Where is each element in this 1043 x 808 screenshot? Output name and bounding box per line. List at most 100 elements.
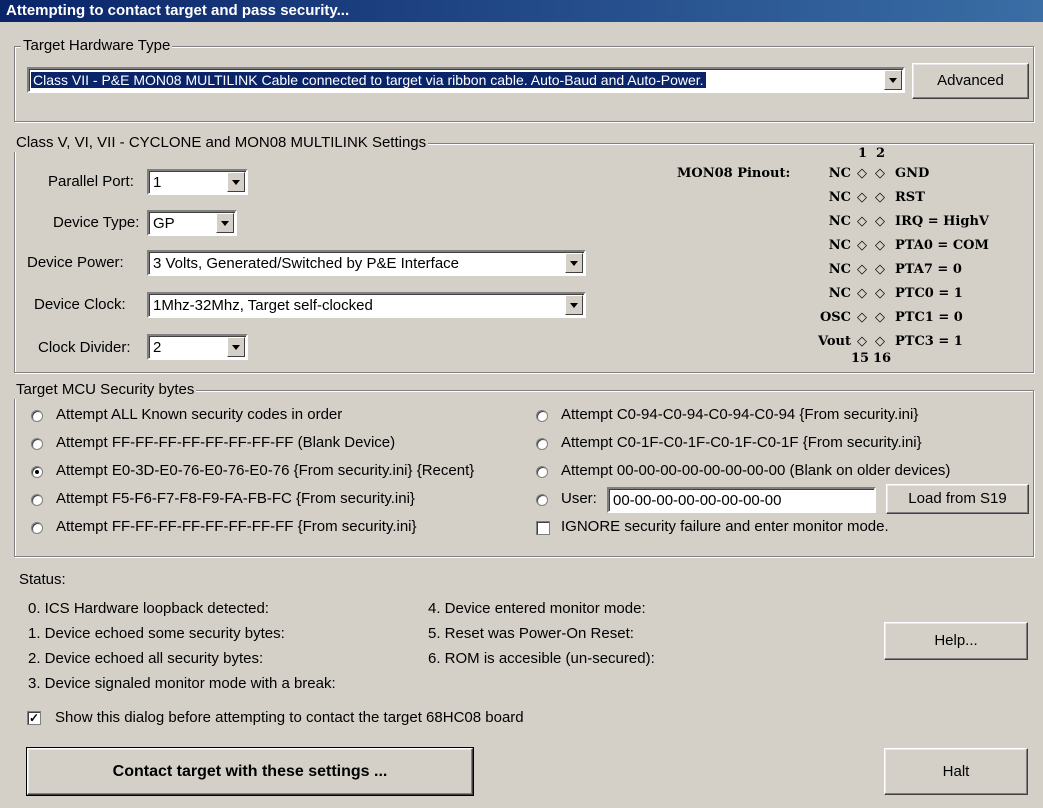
pinout-row-left-label: NC <box>828 262 851 277</box>
pinout-row-right-label: PTA7 = 0 <box>895 262 962 277</box>
clock-divider-select[interactable]: 2 <box>147 334 248 360</box>
status-item-3: 3. Device signaled monitor mode with a b… <box>28 675 336 692</box>
pinout-row-left-label: NC <box>828 214 851 229</box>
pin-diamond-icon: ◇ <box>875 262 885 277</box>
show-dialog-checkbox[interactable]: ✓ <box>27 711 41 725</box>
pinout-title: MON08 Pinout: <box>677 166 791 181</box>
pinout-row-right-label: RST <box>895 190 925 205</box>
advanced-button[interactable]: Advanced <box>912 63 1029 99</box>
pinout-row-right-label: IRQ = HighV <box>895 214 990 229</box>
pinout-row-right-label: PTA0 = COM <box>895 238 989 253</box>
window-title: Attempting to contact target and pass se… <box>0 0 1043 22</box>
pin-diamond-icon: ◇ <box>857 238 867 253</box>
chevron-down-icon[interactable] <box>227 172 245 192</box>
security-option-2-label[interactable]: Attempt E0-3D-E0-76-E0-76-E0-76 {From se… <box>56 462 474 479</box>
security-option-1-radio[interactable] <box>31 438 43 450</box>
halt-button-label: Halt <box>942 763 970 780</box>
chevron-down-icon[interactable] <box>227 337 245 357</box>
device-power-select[interactable]: 3 Volts, Generated/Switched by P&E Inter… <box>147 250 586 276</box>
pinout-row-left-label: OSC <box>819 310 851 325</box>
ignore-security-label[interactable]: IGNORE security failure and enter monito… <box>561 518 889 535</box>
contact-target-button[interactable]: Contact target with these settings ... <box>26 747 474 796</box>
pin-diamond-icon: ◇ <box>875 190 885 205</box>
status-item-5: 5. Reset was Power-On Reset: <box>428 625 634 642</box>
pin-diamond-icon: ◇ <box>857 190 867 205</box>
security-user-input[interactable]: 00-00-00-00-00-00-00-00 <box>607 487 876 513</box>
pin-diamond-icon: ◇ <box>857 286 867 301</box>
security-option-0-label[interactable]: Attempt ALL Known security codes in orde… <box>56 406 342 423</box>
status-item-0: 0. ICS Hardware loopback detected: <box>28 600 269 617</box>
security-option-6-label[interactable]: Attempt C0-1F-C0-1F-C0-1F-C0-1F {From se… <box>561 434 922 451</box>
pin-diamond-icon: ◇ <box>875 238 885 253</box>
pinout-row-left-label: Vout <box>817 334 851 349</box>
pinout-row-right-label: GND <box>895 166 930 181</box>
chevron-down-icon[interactable] <box>565 253 583 273</box>
pinout-col-2-top: 2 <box>876 146 886 161</box>
pinout-col-1-top: 1 <box>858 146 868 161</box>
security-option-6-radio[interactable] <box>536 438 548 450</box>
pin-diamond-icon: ◇ <box>857 310 867 325</box>
status-item-4: 4. Device entered monitor mode: <box>428 600 646 617</box>
pinout-row-left-label: NC <box>828 166 851 181</box>
load-from-s19-button[interactable]: Load from S19 <box>886 484 1029 514</box>
pin-diamond-icon: ◇ <box>857 214 867 229</box>
load-from-s19-label: Load from S19 <box>908 490 1007 507</box>
device-power-label: Device Power: <box>27 254 124 271</box>
security-user-radio[interactable] <box>536 494 548 506</box>
hardware-type-legend: Target Hardware Type <box>21 37 173 55</box>
security-user-label[interactable]: User: <box>561 490 597 507</box>
status-item-6: 6. ROM is accesible (un-secured): <box>428 650 655 667</box>
security-option-3-label[interactable]: Attempt F5-F6-F7-F8-F9-FA-FB-FC {From se… <box>56 490 415 507</box>
chevron-down-icon[interactable] <box>884 70 902 90</box>
pin-diamond-icon: ◇ <box>857 262 867 277</box>
pinout-row-right-label: PTC0 = 1 <box>895 286 963 301</box>
security-option-3-radio[interactable] <box>31 494 43 506</box>
pin-diamond-icon: ◇ <box>875 310 885 325</box>
device-type-select[interactable]: GP <box>147 210 237 236</box>
security-option-0-radio[interactable] <box>31 410 43 422</box>
hardware-type-select[interactable]: Class VII - P&E MON08 MULTILINK Cable co… <box>27 67 905 93</box>
device-type-value: GP <box>153 215 175 232</box>
chevron-down-icon[interactable] <box>216 213 234 233</box>
hardware-type-value: Class VII - P&E MON08 MULTILINK Cable co… <box>31 72 706 88</box>
halt-button[interactable]: Halt <box>884 748 1028 795</box>
security-option-7-radio[interactable] <box>536 466 548 478</box>
status-label: Status: <box>19 571 66 588</box>
parallel-port-value: 1 <box>153 174 162 191</box>
clock-divider-value: 2 <box>153 339 162 356</box>
security-option-7-label[interactable]: Attempt 00-00-00-00-00-00-00-00 (Blank o… <box>561 462 950 479</box>
pinout-col-1-bottom: 15 <box>851 351 870 366</box>
security-option-4-radio[interactable] <box>31 522 43 534</box>
pinout-row-right-label: PTC3 = 1 <box>895 334 963 349</box>
device-clock-label: Device Clock: <box>34 296 126 313</box>
parallel-port-select[interactable]: 1 <box>147 169 248 195</box>
pin-diamond-icon: ◇ <box>857 166 867 181</box>
security-option-4-label[interactable]: Attempt FF-FF-FF-FF-FF-FF-FF-FF {From se… <box>56 518 417 535</box>
ignore-security-checkbox[interactable] <box>536 521 550 535</box>
device-clock-value: 1Mhz-32Mhz, Target self-clocked <box>153 297 373 314</box>
security-option-5-radio[interactable] <box>536 410 548 422</box>
advanced-button-label: Advanced <box>937 72 1004 89</box>
help-button[interactable]: Help... <box>884 622 1028 660</box>
security-option-5-label[interactable]: Attempt C0-94-C0-94-C0-94-C0-94 {From se… <box>561 406 918 423</box>
security-option-1-label[interactable]: Attempt FF-FF-FF-FF-FF-FF-FF-FF (Blank D… <box>56 434 395 451</box>
hardware-type-group: Target Hardware Type Class VII - P&E MON… <box>14 37 1034 122</box>
pinout-row-left-label: NC <box>828 190 851 205</box>
device-clock-select[interactable]: 1Mhz-32Mhz, Target self-clocked <box>147 292 586 318</box>
settings-legend: Class V, VI, VII - CYCLONE and MON08 MUL… <box>14 134 429 152</box>
pinout-row-left-label: NC <box>828 286 851 301</box>
clock-divider-label: Clock Divider: <box>38 339 131 356</box>
show-dialog-label[interactable]: Show this dialog before attempting to co… <box>55 709 524 726</box>
security-group: Target MCU Security bytes Attempt ALL Kn… <box>14 381 1034 557</box>
parallel-port-label: Parallel Port: <box>48 173 134 190</box>
help-button-label: Help... <box>934 632 978 649</box>
pin-diamond-icon: ◇ <box>875 214 885 229</box>
chevron-down-icon[interactable] <box>565 295 583 315</box>
contact-target-label: Contact target with these settings ... <box>112 763 388 780</box>
security-option-2-radio[interactable] <box>31 466 43 478</box>
pin-diamond-icon: ◇ <box>875 334 885 349</box>
pin-diamond-icon: ◇ <box>857 334 867 349</box>
device-type-label: Device Type: <box>53 214 140 231</box>
pinout-row-left-label: NC <box>828 238 851 253</box>
security-legend: Target MCU Security bytes <box>14 381 197 399</box>
